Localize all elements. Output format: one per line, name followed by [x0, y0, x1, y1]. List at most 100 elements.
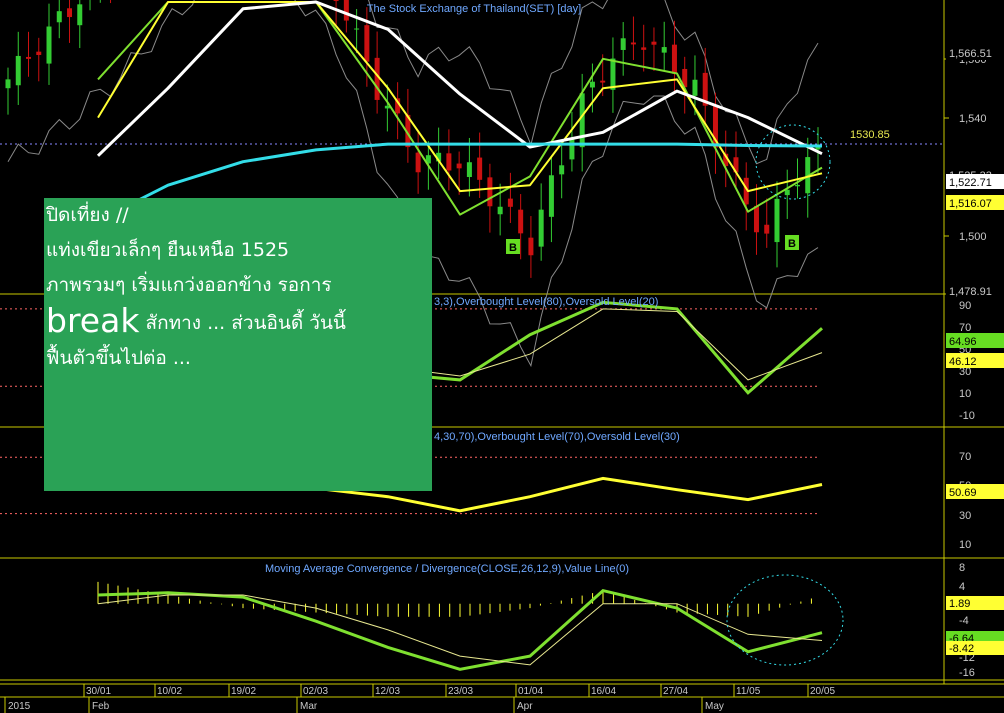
date-tick-label: 19/02	[231, 686, 256, 697]
buy-signal-label: B	[788, 238, 796, 250]
date-tick-label: 16/04	[591, 686, 616, 697]
stoch-readout-label: 46.12	[949, 356, 977, 368]
candle-body	[630, 42, 636, 45]
candle-body	[753, 205, 759, 233]
price-tick-label: 1,540	[959, 113, 987, 125]
macd-readout-label: 1.89	[949, 598, 970, 610]
stoch-readout-label: 64.96	[949, 336, 977, 348]
month-tick-label: Apr	[517, 701, 533, 712]
annotation-line-4-rest: สักทาง ... ส่วนอินดี้ วันนี้	[139, 312, 346, 334]
candle-body	[518, 209, 524, 234]
macd-title: Moving Average Convergence / Divergence(…	[265, 563, 629, 575]
stoch-tick-label: 10	[959, 388, 971, 400]
stochastic-title: 3,3),Overbought Level(80),Oversold Level…	[434, 296, 658, 308]
candle-body	[5, 79, 11, 89]
rsi-title: 4,30,70),Overbought Level(70),Oversold L…	[434, 431, 680, 443]
price-readout-label: 1,478.91	[949, 286, 992, 298]
date-tick-label: 11/05	[736, 686, 761, 697]
price-tick-label: 1,500	[959, 231, 987, 243]
candle-body	[477, 157, 483, 180]
macd-line	[97, 588, 823, 671]
candle-body	[610, 58, 616, 90]
annotation-line-4: break สักทาง ... ส่วนอินดี้ วันนี้	[46, 304, 432, 337]
candle-body	[774, 198, 780, 243]
macd-tick-label: 8	[959, 562, 965, 574]
candle-body	[559, 165, 565, 175]
date-tick-label: 02/03	[303, 686, 328, 697]
candle-body	[661, 47, 667, 53]
candle-body	[456, 163, 462, 169]
candle-body	[374, 57, 380, 100]
candle-body	[671, 44, 677, 74]
annotation-line-2: แท่งเขียวเล็กๆ ยืนเหนือ 1525	[46, 239, 290, 261]
candle-body	[343, 0, 349, 21]
macd-readout-label: -8.42	[949, 643, 974, 655]
candle-body	[67, 8, 73, 18]
candle-body	[600, 80, 606, 83]
price-readout-label: 1,516.07	[949, 198, 992, 210]
candle-body	[620, 38, 626, 50]
candle-body	[46, 26, 52, 64]
candle-body	[466, 162, 472, 178]
candle-body	[415, 152, 421, 173]
rsi-readout-label: 50.69	[949, 487, 977, 499]
candle-body	[364, 25, 370, 62]
candle-body	[764, 224, 770, 234]
month-tick-label: Feb	[92, 701, 110, 712]
buy-signal-label: B	[509, 242, 517, 254]
date-tick-label: 20/05	[810, 686, 835, 697]
rsi-tick-label: 30	[959, 510, 971, 522]
highlight-circle	[755, 124, 831, 200]
candle-body	[15, 55, 21, 86]
candle-body	[56, 11, 62, 23]
rsi-tick-label: 10	[959, 539, 971, 551]
candle-body	[26, 56, 32, 59]
candle-body	[641, 47, 647, 50]
date-tick-label: 01/04	[518, 686, 543, 697]
annotation-line-5: ฟื้นตัวขึ้นไปต่อ ...	[46, 347, 191, 369]
candle-body	[446, 153, 452, 171]
candle-body	[333, 0, 339, 2]
date-tick-label: 10/02	[157, 686, 182, 697]
candle-body	[651, 41, 657, 45]
macd-tick-label: 4	[959, 581, 965, 593]
macd-tick-label: -4	[959, 615, 969, 627]
stoch-tick-label: 90	[959, 300, 971, 312]
candle-body	[354, 28, 360, 30]
month-tick-label: Mar	[300, 701, 318, 712]
month-tick-label: 2015	[8, 701, 31, 712]
candle-body	[528, 237, 534, 256]
date-tick-label: 12/03	[375, 686, 400, 697]
candle-body	[692, 79, 698, 96]
stoch-tick-label: 70	[959, 322, 971, 334]
candle-body	[794, 184, 800, 187]
month-tick-label: May	[705, 701, 724, 712]
candle-body	[579, 93, 585, 148]
ma-slow-line	[97, 1, 823, 193]
candle-body	[497, 206, 503, 215]
annotation-box: ปิดเที่ยง // แท่งเขียวเล็กๆ ยืนเหนือ 152…	[44, 198, 432, 491]
rsi-tick-label: 70	[959, 451, 971, 463]
macd-highlight-circle	[726, 574, 844, 666]
candle-body	[77, 4, 83, 26]
stoch-tick-label: -10	[959, 410, 975, 422]
candle-body	[569, 138, 575, 160]
candle-body	[784, 189, 790, 196]
annotation-line-1: ปิดเที่ยง //	[46, 204, 129, 226]
candle-body	[589, 81, 595, 88]
date-tick-label: 27/04	[663, 686, 688, 697]
candle-body	[507, 198, 513, 207]
chart-title: The Stock Exchange of Thailand(SET) [day…	[367, 3, 581, 15]
candle-body	[538, 209, 544, 247]
macd-tick-label: -16	[959, 667, 975, 679]
price-readout-label: 1,522.71	[949, 177, 992, 189]
resistance-label: 1530.85	[850, 129, 890, 141]
candle-body	[548, 175, 554, 217]
candle-body	[36, 51, 42, 55]
annotation-break-word: break	[46, 301, 140, 340]
annotation-line-3: ภาพรวมๆ เริ่มแกว่งออกข้าง รอการ	[46, 274, 332, 296]
date-tick-label: 23/03	[448, 686, 473, 697]
date-tick-label: 30/01	[86, 686, 111, 697]
candle-body	[487, 177, 493, 207]
price-readout-label: 1,566.51	[949, 48, 992, 60]
